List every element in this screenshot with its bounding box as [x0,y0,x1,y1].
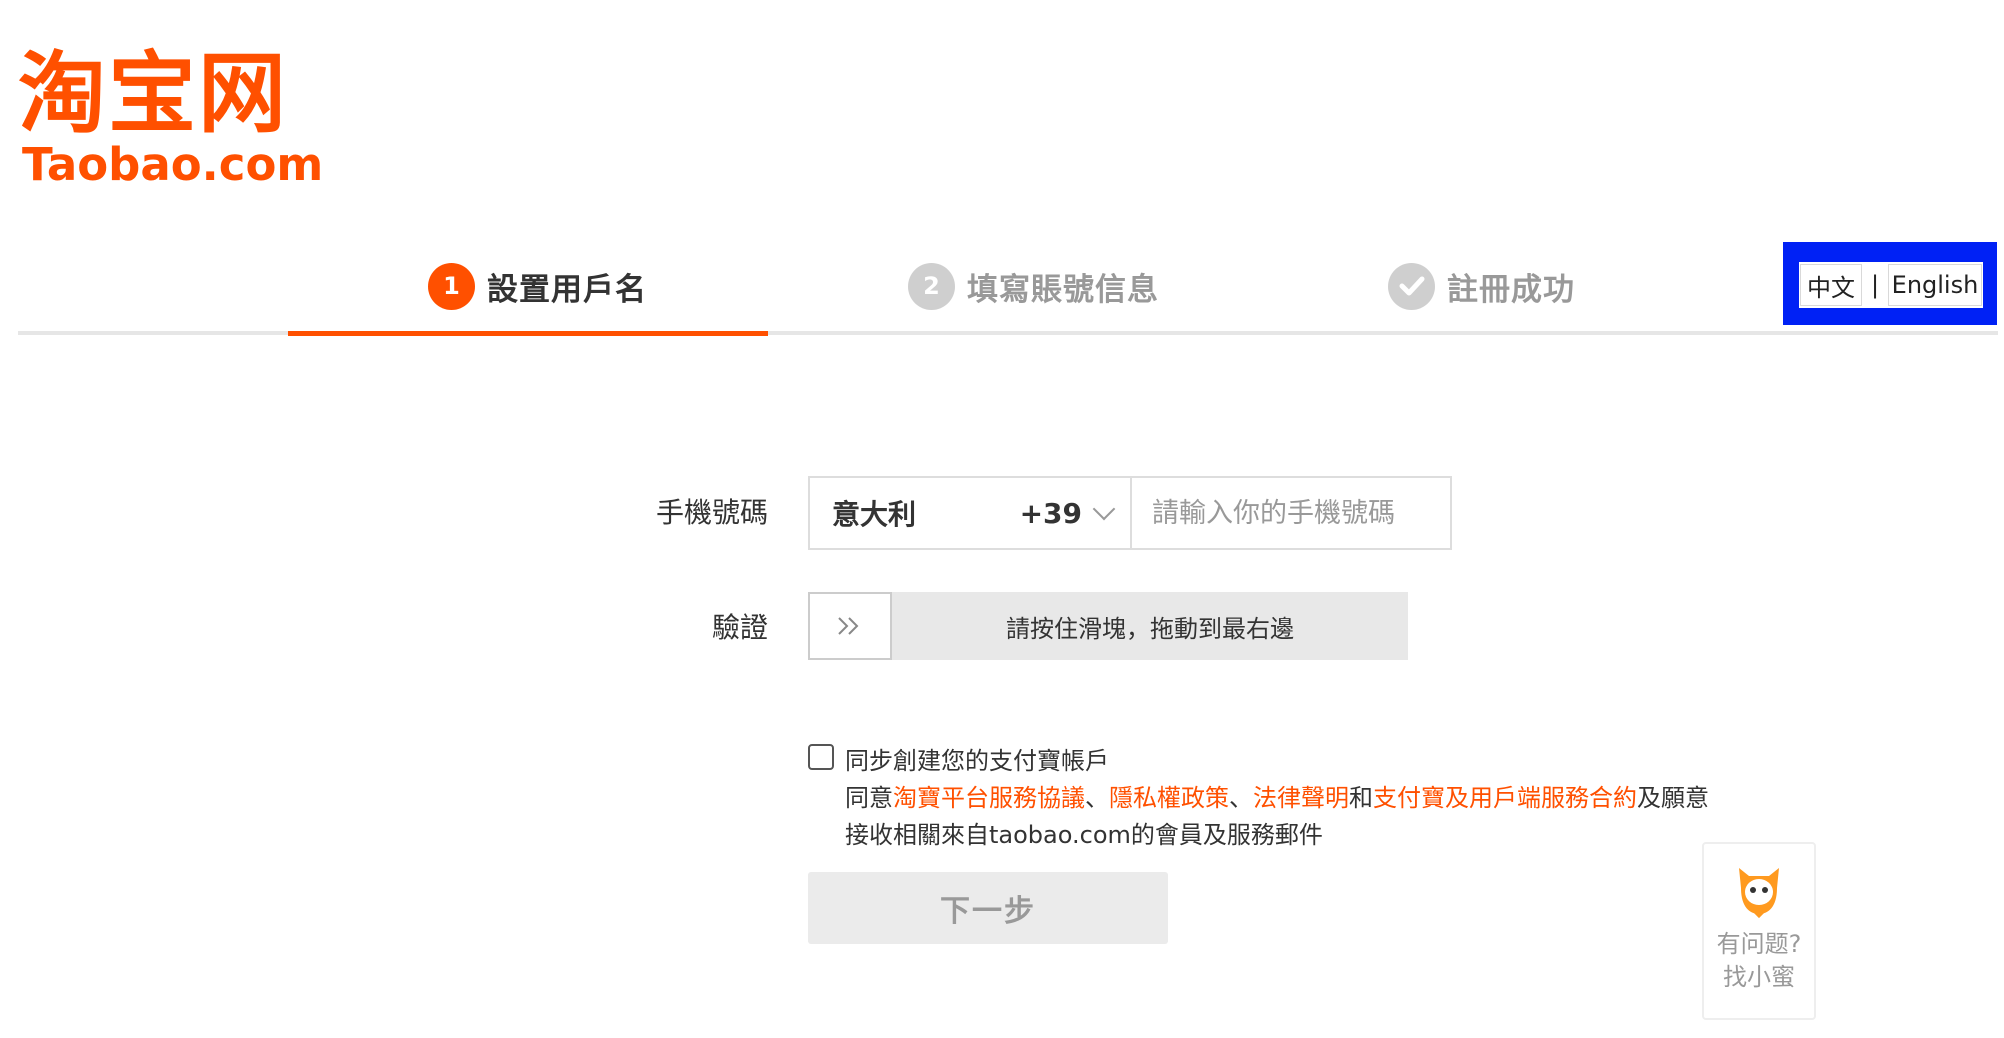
check-icon [1388,262,1435,310]
chevron-down-icon [1092,497,1116,521]
help-line-1: 有问题? [1716,930,1802,958]
step-2-label: 填寫賬號信息 [967,271,1159,308]
double-chevron-right-icon [838,617,859,635]
steps-progress-active [288,331,768,336]
logo-english-text: Taobao.com [22,138,324,191]
platform-service-agreement-link[interactable]: 淘寶平台服務協議 [893,784,1085,812]
slider-instruction: 請按住滑塊，拖動到最右邊 [1006,614,1294,643]
sync-alipay-checkbox[interactable] [808,744,834,770]
language-chinese-button[interactable]: 中文 [1800,264,1862,306]
language-english-button[interactable]: English [1888,264,1982,306]
step-registration-success: 註冊成功 [1388,262,1575,310]
next-step-button[interactable]: 下一步 [808,872,1168,944]
phone-label: 手機號碼 [655,496,768,529]
alipay-service-contract-link[interactable]: 支付寶及用戶端服務合約 [1373,784,1637,812]
and-text: 和 [1349,784,1373,812]
logo-chinese-text: 淘宝网 [18,42,289,145]
step-fill-account-info: 2 填寫賬號信息 [908,262,1159,310]
help-assistant-widget[interactable]: 有问题? 找小蜜 [1702,842,1816,1020]
step-2-number: 2 [908,262,955,310]
language-switch: 中文 | English [1799,262,1983,308]
privacy-policy-link[interactable]: 隱私權政策 [1109,784,1229,812]
phone-number-input[interactable] [1132,476,1452,550]
language-switch-highlight: 中文 | English [1783,242,1997,325]
help-text: 有问题? 找小蜜 [1717,928,1802,994]
taobao-logo[interactable]: 淘宝网 Taobao.com [18,48,323,190]
email-consent-text: 接收相關來自taobao.com的會員及服務郵件 [845,821,1323,849]
step-set-username: 1 設置用戶名 [428,262,647,310]
assistant-mascot-icon [1739,868,1779,919]
help-line-2: 找小蜜 [1723,963,1795,991]
phone-row: 意大利 +39 [808,476,1452,550]
sync-alipay-label[interactable]: 同步創建您的支付寶帳戶 [845,743,1745,780]
agree-suffix: 及願意 [1637,784,1709,812]
agree-prefix: 同意 [845,784,893,812]
legal-statement-link[interactable]: 法律聲明 [1253,784,1349,812]
country-name: 意大利 [832,498,917,531]
registration-page: 淘宝网 Taobao.com 1 設置用戶名 2 填寫賬號信息 註冊成功 中文 … [0,0,2004,1038]
separator: 、 [1085,784,1109,812]
separator: 、 [1229,784,1253,812]
verify-label: 驗證 [711,611,768,644]
step-3-label: 註冊成功 [1447,271,1575,308]
verification-slider: 請按住滑塊，拖動到最右邊 [808,592,1408,660]
country-code-select[interactable]: 意大利 +39 [808,476,1132,550]
agreement-text: 同步創建您的支付寶帳戶 同意淘寶平台服務協議、隱私權政策、法律聲明和支付寶及用戶… [845,743,1745,854]
step-1-number: 1 [428,262,475,310]
language-separator: | [1870,271,1880,299]
agreement-line: 同意淘寶平台服務協議、隱私權政策、法律聲明和支付寶及用戶端服務合約及願意 [845,780,1745,817]
step-1-label: 設置用戶名 [487,271,647,308]
slider-handle[interactable] [808,592,892,660]
country-dial-code: +39 [1019,496,1082,530]
